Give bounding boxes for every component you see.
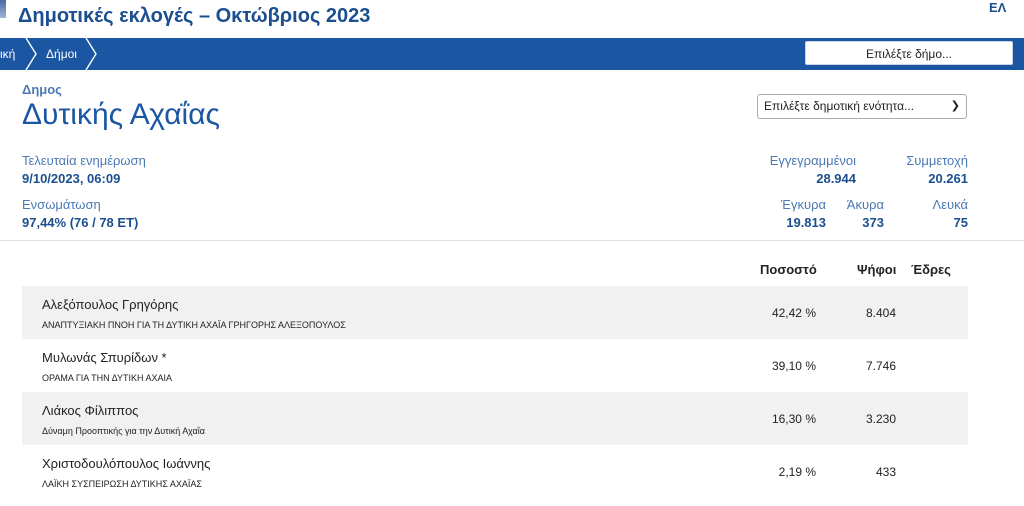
party-name: ΑΝΑΠΤΥΞΙΑΚΗ ΠΝΟΗ ΓΙΑ ΤΗ ΔΥΤΙΚΗ ΑΧΑΪΑ ΓΡΗ…: [42, 320, 346, 330]
party-name: ΟΡΑΜΑ ΓΙΑ ΤΗΝ ΔΥΤΙΚΗ ΑΧΑΙΑ: [42, 373, 173, 383]
turnout-value: 20.261: [928, 171, 968, 186]
municipal-unit-select-label: Επιλέξτε δημοτική ενότητα...: [764, 99, 915, 113]
top-header: Δημοτικές εκλογές – Οκτώβριος 2023 ΕΛ: [0, 0, 1024, 38]
votes-value: 3.230: [865, 412, 896, 426]
candidate-name: Μυλωνάς Σπυρίδων *: [42, 350, 167, 365]
candidate-name: Αλεξόπουλος Γρηγόρης: [42, 297, 179, 312]
percent-value: 42,42 %: [771, 306, 816, 320]
breadcrumb-item-municipalities[interactable]: Δήμοι: [46, 38, 77, 70]
percent-value: 2,19 %: [778, 465, 816, 479]
chevron-down-icon: ❯: [950, 100, 960, 112]
votes-value: 433: [875, 465, 896, 479]
page-title: Δυτικής Αχαΐας: [22, 98, 221, 131]
logo[interactable]: [0, 0, 6, 18]
last-update-label: Τελευταία ενημέρωση: [22, 153, 146, 168]
municipality-select[interactable]: Επιλέξτε δήμο...: [805, 41, 1013, 65]
percent-value: 39,10 %: [771, 359, 816, 373]
incorporation-value: 97,44% (76 / 78 ΕΤ): [22, 215, 139, 230]
percent-value: 16,30 %: [771, 412, 816, 426]
column-header-percent: Ποσοστό: [760, 262, 817, 277]
invalid-label: Άκυρα: [846, 197, 884, 212]
breadcrumb-chevron-icon: [25, 38, 37, 70]
municipal-unit-select[interactable]: Επιλέξτε δημοτική ενότητα... ❯: [757, 94, 967, 119]
blank-value: 75: [953, 215, 968, 230]
valid-value: 19.813: [786, 215, 826, 230]
registered-label: Εγγεγραμμένοι: [769, 153, 856, 168]
breadcrumb-item-previous[interactable]: ική: [0, 38, 15, 70]
candidate-name: Χριστοδουλόπουλος Ιωάννης: [42, 456, 211, 471]
breadcrumb-chevron-icon: [85, 38, 97, 70]
language-switch[interactable]: ΕΛ: [989, 0, 1006, 15]
valid-label: Έγκυρα: [780, 197, 826, 212]
party-name: ΛΑΪΚΗ ΣΥΣΠΕΙΡΩΣΗ ΔΥΤΙΚΗΣ ΑΧΑΪΑΣ: [42, 479, 202, 489]
column-header-votes: Ψήφοι: [857, 262, 897, 277]
last-update-value: 9/10/2023, 06:09: [22, 171, 121, 186]
table-row[interactable]: Λιάκος Φίλιππος Δύναμη Προοπτικής για τη…: [22, 392, 968, 445]
candidate-name: Λιάκος Φίλιππος: [42, 403, 139, 418]
divider: [0, 240, 1024, 241]
app-title: Δημοτικές εκλογές – Οκτώβριος 2023: [18, 5, 371, 27]
municipality-label: Δημος: [22, 82, 62, 97]
votes-value: 7.746: [865, 359, 896, 373]
incorporation-label: Ενσωμάτωση: [22, 197, 101, 212]
column-header-seats: Έδρες: [911, 262, 951, 277]
registered-value: 28.944: [816, 171, 856, 186]
table-row[interactable]: Μυλωνάς Σπυρίδων * ΟΡΑΜΑ ΓΙΑ ΤΗΝ ΔΥΤΙΚΗ …: [22, 339, 968, 392]
votes-value: 8.404: [865, 306, 896, 320]
turnout-label: Συμμετοχή: [906, 153, 968, 168]
invalid-value: 373: [862, 215, 884, 230]
table-row[interactable]: Χριστοδουλόπουλος Ιωάννης ΛΑΪΚΗ ΣΥΣΠΕΙΡΩ…: [22, 445, 968, 498]
party-name: Δύναμη Προοπτικής για την Δυτική Αχαΐα: [42, 426, 205, 436]
blank-label: Λευκά: [932, 197, 968, 212]
table-row[interactable]: Αλεξόπουλος Γρηγόρης ΑΝΑΠΤΥΞΙΑΚΗ ΠΝΟΗ ΓΙ…: [22, 286, 968, 339]
